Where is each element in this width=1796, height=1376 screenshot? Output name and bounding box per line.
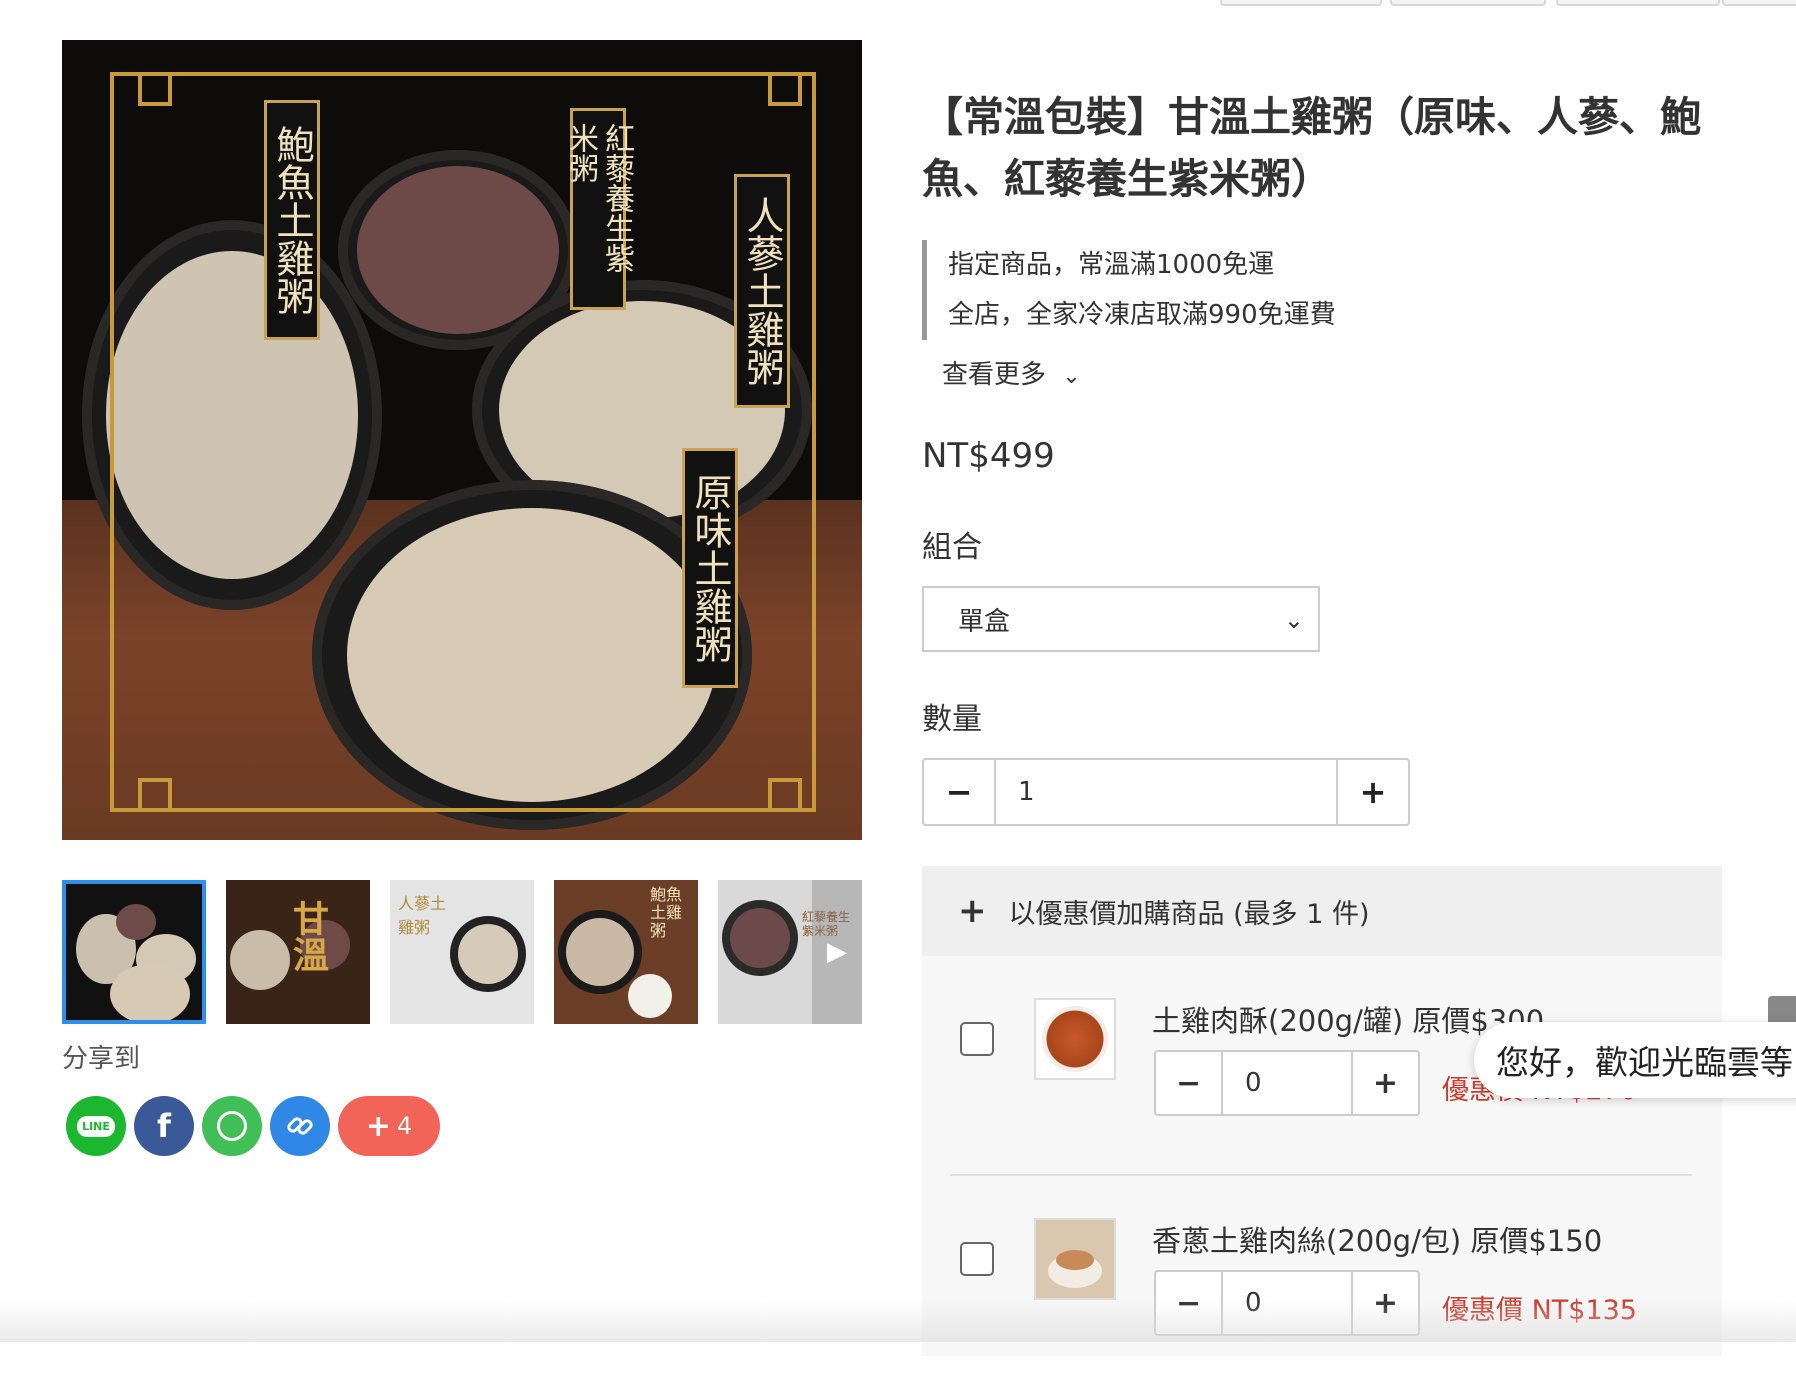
product-title: 【常溫包裝】甘溫土雞粥（原味、人蔘、鮑魚、紅藜養生紫米粥）	[922, 93, 1701, 203]
share-label: 分享到	[62, 1044, 141, 1074]
label-ginseng: 人蔘土雞粥	[734, 174, 790, 408]
chat-greeting-bubble[interactable]: 您好，歡迎光臨雲等	[1474, 1022, 1796, 1098]
thumbnail-2[interactable]: 甘溫	[226, 880, 370, 1024]
quantity-label: 數量	[922, 702, 982, 737]
shipping-note: 指定商品，常溫滿1000免運	[948, 250, 1275, 280]
more-share-count: 4	[396, 1112, 413, 1140]
thumbnail-1[interactable]	[62, 880, 206, 1024]
see-more-label: 查看更多	[942, 360, 1047, 390]
addon-header-label: 以優惠價加購商品 (最多 1 件)	[1008, 898, 1370, 930]
frame-corner	[138, 778, 172, 812]
main-product-image[interactable]: 鮑魚土雞粥 紅藜養生紫米粥 人蔘土雞粥 原味土雞粥	[62, 40, 862, 840]
frame-corner	[768, 778, 802, 812]
next-thumbnail-arrow-icon[interactable]: ▶	[812, 880, 862, 1024]
thumbnail-3[interactable]: 人蔘土雞粥	[390, 880, 534, 1024]
whatsapp-share-button[interactable]	[202, 1096, 262, 1156]
bottom-shadow	[0, 1300, 1796, 1342]
copy-link-button[interactable]	[270, 1096, 330, 1156]
line-share-button[interactable]: LINE	[66, 1096, 126, 1156]
top-button-4[interactable]	[1722, 0, 1796, 6]
line-icon: LINE	[77, 1115, 115, 1137]
increase-quantity-button[interactable]: +	[1338, 760, 1408, 824]
thumb-text: 人蔘土雞粥	[398, 894, 447, 937]
label-purple-rice: 紅藜養生紫米粥	[563, 108, 634, 310]
quantity-input[interactable]: 1	[994, 760, 1338, 824]
gold-frame	[110, 72, 816, 812]
whatsapp-icon	[217, 1111, 247, 1141]
thumb-text: 甘溫	[287, 900, 329, 972]
facebook-share-button[interactable]: f	[134, 1096, 194, 1156]
addon-quantity-input[interactable]: 0	[1221, 1052, 1353, 1114]
thumbnail-4[interactable]: 鮑魚土雞粥	[554, 880, 698, 1024]
shipping-note: 全店，全家冷凍店取滿990免運費	[948, 300, 1336, 330]
addon-decrease-button[interactable]: −	[1156, 1052, 1221, 1114]
thumb-text: 鮑魚土雞粥	[650, 885, 683, 940]
addon-header[interactable]: + 以優惠價加購商品 (最多 1 件)	[922, 866, 1722, 956]
top-button-1[interactable]	[1220, 0, 1382, 6]
addon-quantity-stepper: − 0 +	[1154, 1050, 1420, 1116]
top-button-2[interactable]	[1390, 0, 1546, 6]
share-buttons: LINE f + 4	[66, 1096, 440, 1156]
plus-icon: +	[365, 1108, 391, 1144]
thumbnail-strip: 甘溫 人蔘土雞粥 鮑魚土雞粥 紅藜養生紫米粥 ▶	[62, 880, 862, 1025]
decrease-quantity-button[interactable]: −	[924, 760, 994, 824]
option-selected-value: 單盒	[958, 606, 1011, 637]
addon-item: 香蔥土雞肉絲(200g/包) 原價$150 − 0 + 優惠價 NT$135	[922, 1176, 1722, 1376]
top-button-3[interactable]	[1556, 0, 1720, 6]
more-share-button[interactable]: + 4	[338, 1096, 440, 1156]
shipping-notes: 指定商品，常溫滿1000免運 全店，全家冷凍店取滿990免運費	[922, 240, 1336, 340]
addon-checkbox[interactable]	[960, 1022, 994, 1056]
addon-checkbox[interactable]	[960, 1242, 994, 1276]
addon-product-name: 香蔥土雞肉絲(200g/包) 原價$150	[1152, 1224, 1603, 1258]
see-more-link[interactable]: 查看更多 ⌄	[942, 354, 1081, 391]
quantity-stepper: − 1 +	[922, 758, 1410, 826]
addon-product-image	[1034, 1218, 1116, 1300]
label-abalone: 鮑魚土雞粥	[264, 100, 320, 340]
addon-list: 土雞肉酥(200g/罐) 原價$300 − 0 + 優惠價 NT$270 香蔥土…	[922, 956, 1722, 1356]
frame-corner	[138, 72, 172, 106]
plus-icon: +	[958, 891, 987, 931]
addon-increase-button[interactable]: +	[1353, 1052, 1418, 1114]
option-select[interactable]: 單盒 ⌄	[922, 586, 1320, 652]
option-label: 組合	[922, 530, 982, 565]
addon-product-image	[1034, 998, 1116, 1080]
product-price: NT$499	[922, 436, 1055, 476]
frame-corner	[768, 72, 802, 106]
chevron-down-icon: ⌄	[1283, 606, 1304, 634]
chevron-down-icon: ⌄	[1062, 364, 1081, 389]
facebook-icon: f	[157, 1107, 171, 1145]
link-icon	[287, 1117, 313, 1135]
label-original: 原味土雞粥	[682, 448, 738, 688]
